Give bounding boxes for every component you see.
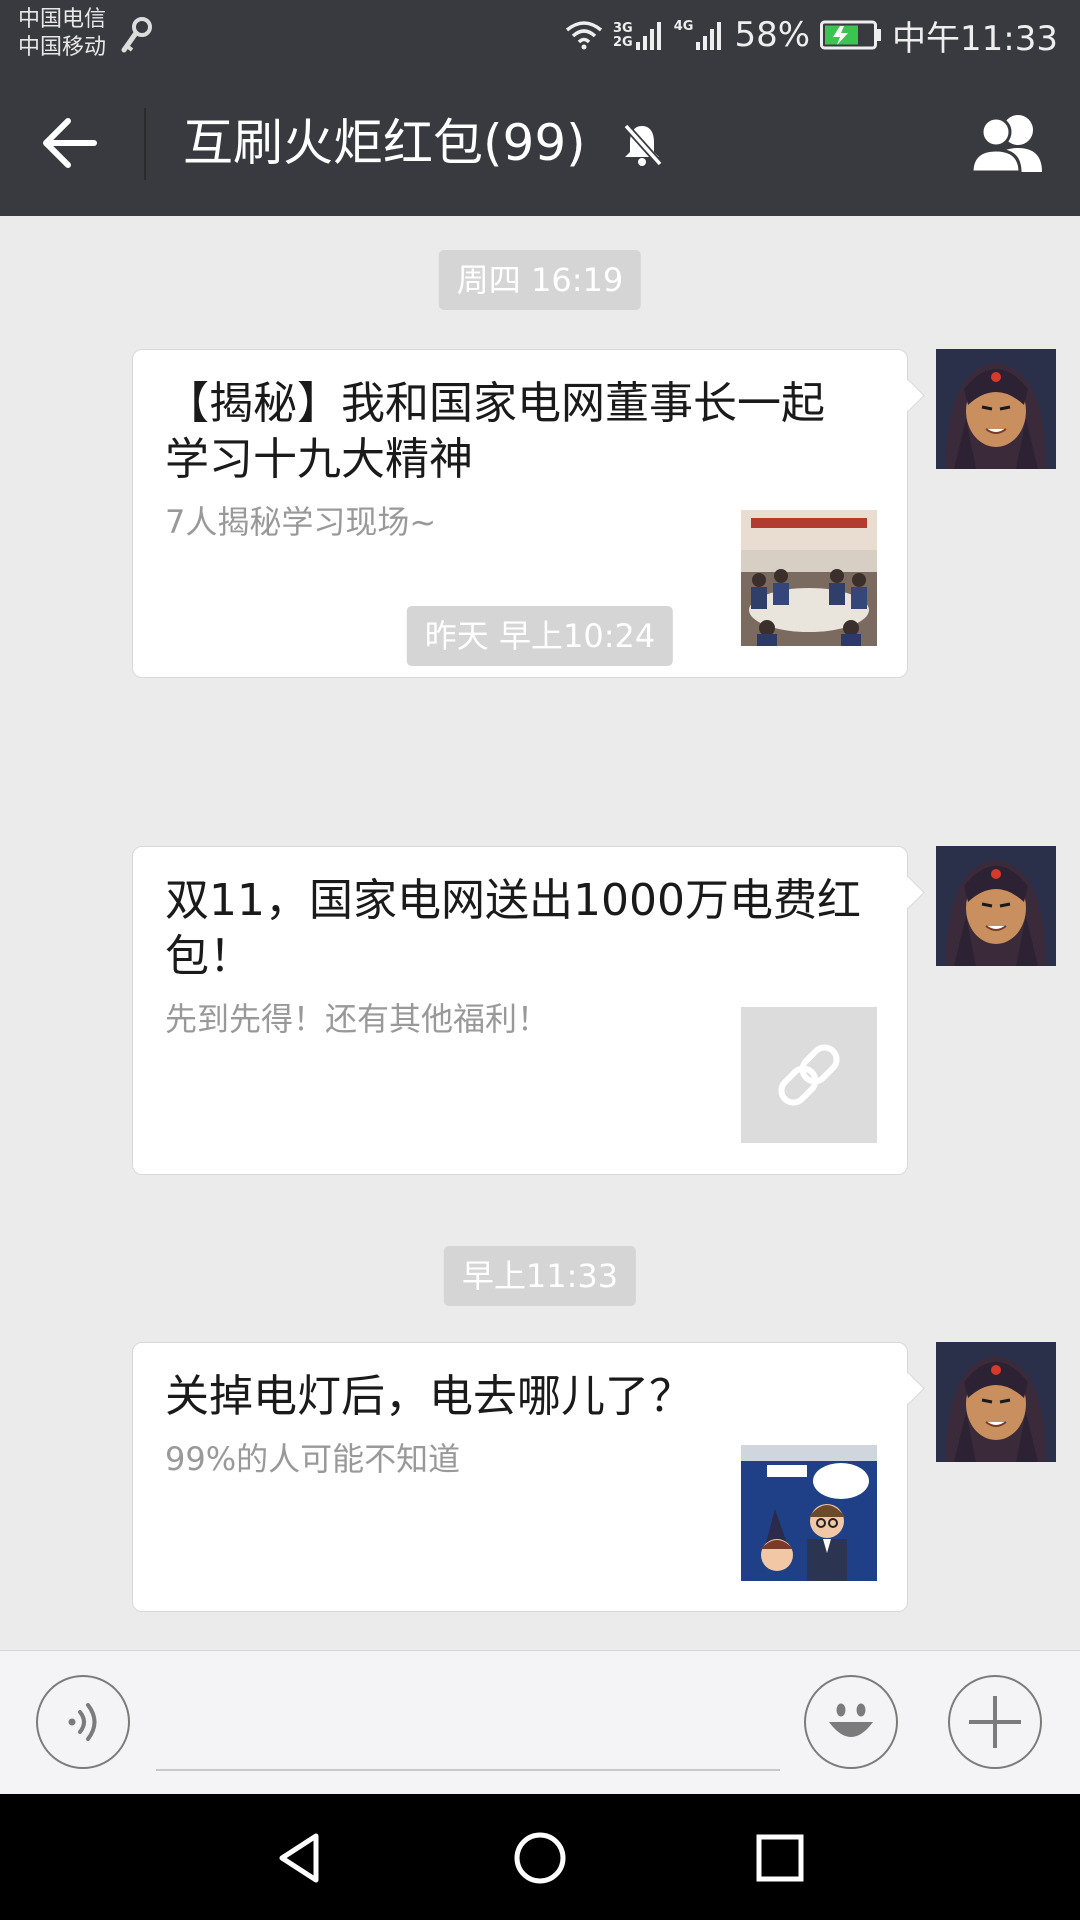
message-input[interactable] bbox=[156, 1769, 780, 1771]
chat-title[interactable]: 互刷火炬红包(99) bbox=[183, 110, 586, 176]
sender-avatar[interactable] bbox=[936, 1342, 1056, 1462]
back-arrow-icon[interactable] bbox=[40, 115, 100, 171]
header-divider bbox=[144, 108, 146, 180]
battery-percent: 58% bbox=[734, 15, 811, 55]
card-description: 99%的人可能不知道 bbox=[165, 1440, 461, 1478]
nav-home-icon[interactable] bbox=[510, 1828, 570, 1888]
card-title: 关掉电灯后，电去哪儿了？ bbox=[165, 1371, 693, 1422]
wifi-icon bbox=[565, 21, 603, 50]
sender-avatar[interactable] bbox=[936, 349, 1056, 469]
emoji-button[interactable] bbox=[804, 1675, 898, 1769]
card-title: 【揭秘】我和国家电网董事长一起学习十九大精神 bbox=[165, 378, 825, 485]
carrier-2: 中国移动 bbox=[18, 35, 107, 60]
smiley-icon bbox=[829, 1703, 873, 1737]
voice-input-button[interactable] bbox=[36, 1675, 130, 1769]
card-title: 双11，国家电网送出1000万电费红包！ bbox=[165, 875, 861, 982]
plus-icon bbox=[969, 1696, 1021, 1748]
timestamp: 昨天 早上10:24 bbox=[406, 606, 674, 666]
link-card-message[interactable]: 双11，国家电网送出1000万电费红包！ 先到先得！还有其他福利！ bbox=[132, 846, 925, 1175]
key-icon bbox=[121, 17, 152, 53]
nav-back-icon[interactable] bbox=[270, 1828, 330, 1888]
status-bar: 中国电信 中国移动 3G 2G 4G 58% 中午11:33 bbox=[0, 0, 1080, 70]
meeting-photo-thumbnail bbox=[741, 510, 877, 646]
link-card-message[interactable]: 关掉电灯后，电去哪儿了？ 99%的人可能不知道 bbox=[132, 1342, 925, 1612]
carrier-labels: 中国电信 中国移动 bbox=[18, 6, 106, 62]
system-nav-bar bbox=[0, 1794, 1080, 1920]
network-4g-label: 4G bbox=[673, 19, 694, 34]
timestamp: 早上11:33 bbox=[443, 1246, 637, 1306]
signal-2-icon: 4G bbox=[674, 20, 725, 50]
sender-avatar[interactable] bbox=[936, 846, 1056, 966]
timestamp: 周四 16:19 bbox=[438, 250, 642, 310]
signal-1-icon: 3G 2G bbox=[613, 20, 664, 50]
link-icon bbox=[778, 1044, 840, 1106]
carrier-1: 中国电信 bbox=[18, 7, 107, 32]
bubble-tail bbox=[892, 876, 925, 909]
link-placeholder-thumbnail bbox=[741, 1007, 877, 1143]
more-actions-button[interactable] bbox=[948, 1675, 1042, 1769]
card-description: 先到先得！还有其他福利！ bbox=[165, 1000, 550, 1038]
battery-charging-icon bbox=[820, 20, 882, 50]
clock: 中午11:33 bbox=[892, 18, 1058, 59]
card-description: 7人揭秘学习现场~ bbox=[165, 503, 437, 541]
voice-icon bbox=[68, 1703, 97, 1741]
chat-header: 互刷火炬红包(99) bbox=[0, 70, 1080, 216]
bell-off-icon bbox=[623, 123, 663, 167]
bubble-tail bbox=[892, 379, 925, 412]
network-2g-label: 2G bbox=[613, 35, 633, 50]
chat-input-bar bbox=[0, 1650, 1080, 1794]
nav-recent-icon[interactable] bbox=[750, 1828, 810, 1888]
cartoon-thumbnail bbox=[741, 1445, 877, 1581]
message-list[interactable]: 周四 16:19 【揭秘】我和国家电网董事长一起学习十九大精神 7人揭秘学习现场… bbox=[0, 216, 1080, 1650]
bubble-tail bbox=[892, 1372, 925, 1405]
network-3g-label: 3G bbox=[613, 21, 633, 36]
group-members-icon[interactable] bbox=[968, 110, 1050, 176]
status-icons: 3G 2G 4G 58% 中午11:33 bbox=[565, 10, 1058, 60]
